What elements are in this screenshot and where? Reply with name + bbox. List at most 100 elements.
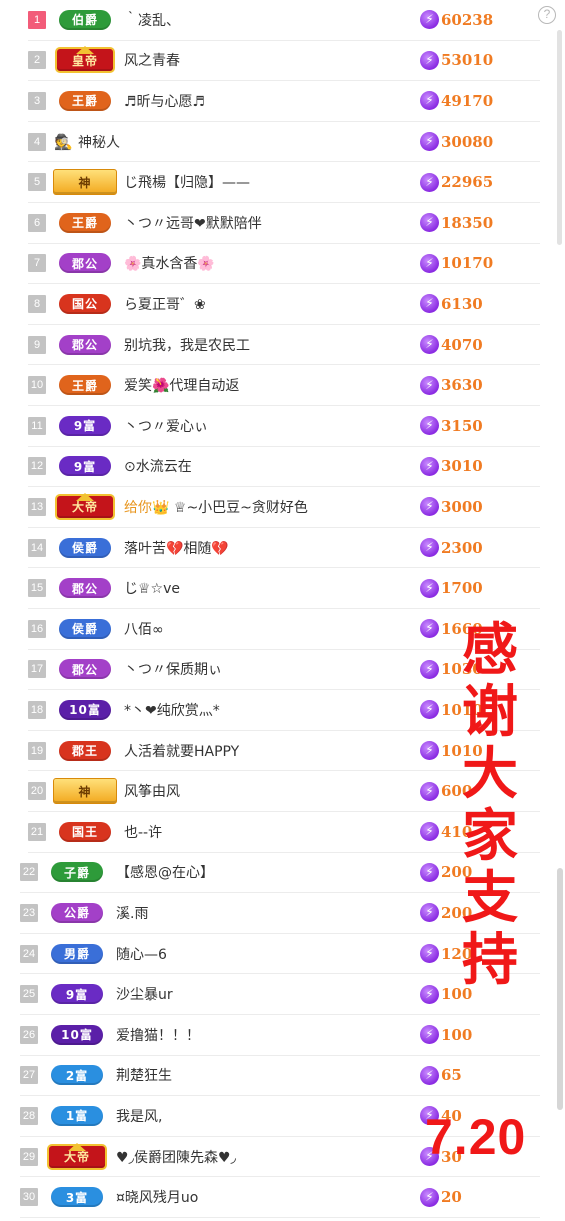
rank-number: 5 <box>28 173 46 192</box>
table-row[interactable]: 5 神じ飛楊【归隐】—— ⚡ 22965 <box>28 162 540 203</box>
user-name[interactable]: じ飛楊【归隐】—— <box>124 172 414 192</box>
rank-badge-container: 2富 <box>38 1065 116 1086</box>
lightning-icon: ⚡ <box>420 944 439 964</box>
table-row[interactable]: 12 9富 ⊙水流云在 ⚡ 3010 <box>28 447 540 488</box>
user-name[interactable]: 我是风, <box>116 1106 414 1126</box>
user-name[interactable]: 沙尘暴ur <box>116 984 414 1004</box>
value-container: ⚡ 65 <box>420 1065 540 1085</box>
value-container: ⚡ 22965 <box>420 172 540 192</box>
user-name[interactable]: ら夏正哥゛❀ <box>124 294 414 314</box>
table-row[interactable]: 10 王爵 爱笑🌺代理自动返 ⚡ 3630 <box>28 365 540 406</box>
contribution-value: 4070 <box>441 335 483 354</box>
rank-number: 26 <box>20 1025 38 1044</box>
title-badge: 神 <box>53 778 117 805</box>
rank-badge-container: 神 <box>46 169 124 196</box>
table-row[interactable]: 13 大帝 给你👑 ♕~小巴豆~贪财好色 ⚡ 3000 <box>28 487 540 528</box>
user-name[interactable]: 丶つ〃保质期ぃ <box>124 659 414 679</box>
rank-badge-container: 郡公 <box>46 659 124 680</box>
table-row[interactable]: 11 9富 丶つ〃爱心ぃ ⚡ 3150 <box>28 406 540 447</box>
user-name[interactable]: 给你👑 ♕~小巴豆~贪财好色 <box>124 497 414 517</box>
lightning-icon: ⚡ <box>420 659 439 679</box>
rank-number: 14 <box>28 538 46 557</box>
user-name[interactable]: 丶つ〃远哥❤默默陪伴 <box>124 213 414 233</box>
title-badge: 子爵 <box>51 862 103 883</box>
user-name[interactable]: ¤晓风残月uo <box>116 1187 414 1207</box>
scrollbar-thumb-upper[interactable] <box>557 30 562 245</box>
contribution-value: 3630 <box>441 376 483 395</box>
value-container: ⚡ 3000 <box>420 497 540 517</box>
rank-badge-container: 郡公 <box>46 253 124 274</box>
user-name[interactable]: 风之青春 <box>124 50 414 70</box>
user-name[interactable]: 风筝由风 <box>124 781 414 801</box>
rank-number: 16 <box>28 619 46 638</box>
thanks-char: 谢 <box>462 680 518 745</box>
user-name[interactable]: 落叶苦💔相随💔 <box>124 538 414 558</box>
user-name[interactable]: 丶つ〃爱心ぃ <box>124 416 414 436</box>
table-row[interactable]: 15 郡公 じ♕☆ve ⚡ 1700 <box>28 568 540 609</box>
table-row[interactable]: 26 10富 爱撸猫！！！ ⚡ 100 <box>20 1015 540 1056</box>
lightning-icon: ⚡ <box>420 862 439 882</box>
user-name[interactable]: 八佰∞ <box>124 619 414 639</box>
contribution-value: 20 <box>441 1188 462 1207</box>
user-name[interactable]: じ♕☆ve <box>124 578 414 598</box>
date-overlay: 7.20 <box>425 1109 527 1165</box>
table-row[interactable]: 27 2富 荆楚狂生 ⚡ 65 <box>20 1056 540 1097</box>
user-name[interactable]: ⊙水流云在 <box>124 456 414 476</box>
title-badge: 王爵 <box>59 212 111 233</box>
scrollbar-thumb-lower[interactable] <box>557 868 563 1110</box>
table-row[interactable]: 4 🕵 神秘人 ⚡ 30080 <box>28 122 540 163</box>
value-container: ⚡ 6130 <box>420 294 540 314</box>
contribution-value: 2300 <box>441 538 483 557</box>
table-row[interactable]: 9 郡公 别坑我，我是农民工 ⚡ 4070 <box>28 325 540 366</box>
title-badge: 公爵 <box>51 902 103 923</box>
rank-badge-container: 子爵 <box>38 862 116 883</box>
table-row[interactable]: 3 王爵 ♬昕与心愿♬ ⚡ 49170 <box>28 81 540 122</box>
user-name[interactable]: ｀凌乱、 <box>124 10 414 30</box>
user-name-text: ♕~小巴豆~贪财好色 <box>173 499 308 516</box>
rank-badge-container: 公爵 <box>38 902 116 923</box>
user-name[interactable]: ♬昕与心愿♬ <box>124 91 414 111</box>
user-name[interactable]: 【感恩@在心】 <box>116 862 414 882</box>
user-name[interactable]: *丶❤纯欣赏灬* <box>124 700 414 720</box>
thanks-char: 感 <box>462 618 518 683</box>
title-badge: 2富 <box>51 1065 103 1086</box>
lightning-icon: ⚡ <box>420 213 439 233</box>
contribution-value: 22965 <box>441 173 494 192</box>
user-name[interactable]: 溪.雨 <box>116 903 414 923</box>
table-row[interactable]: 8 国公 ら夏正哥゛❀ ⚡ 6130 <box>28 284 540 325</box>
table-row[interactable]: 14 侯爵 落叶苦💔相随💔 ⚡ 2300 <box>28 528 540 569</box>
table-row[interactable]: 30 3富 ¤晓风残月uo ⚡ 20 <box>20 1177 540 1218</box>
rank-badge-container: 王爵 <box>46 212 124 233</box>
help-icon[interactable]: ? <box>538 6 556 24</box>
user-name[interactable]: 别坑我，我是农民工 <box>124 335 414 355</box>
value-container: ⚡ 100 <box>420 1025 540 1045</box>
contribution-value: 3150 <box>441 416 483 435</box>
lightning-icon: ⚡ <box>420 416 439 436</box>
user-name[interactable]: 也--许 <box>124 822 414 842</box>
table-row[interactable]: 7 郡公 🌸真水含香🌸 ⚡ 10170 <box>28 244 540 285</box>
leaderboard-list: 1 伯爵 ｀凌乱、 ⚡ 60238 2 皇帝 风之青春 ⚡ 53010 3 王爵 ♬昕与心愿♬ ⚡ 4917… <box>0 0 565 1221</box>
user-name[interactable]: ♥◞侯爵团陳先森♥◞ <box>116 1147 414 1167</box>
lightning-icon: ⚡ <box>420 741 439 761</box>
rank-number: 30 <box>20 1188 38 1207</box>
user-name[interactable]: 爱笑🌺代理自动返 <box>124 375 414 395</box>
rank-badge-container: 神 <box>46 778 124 805</box>
rank-badge-container: 郡公 <box>46 334 124 355</box>
table-row[interactable]: 1 伯爵 ｀凌乱、 ⚡ 60238 <box>28 0 540 41</box>
table-row[interactable]: 2 皇帝 风之青春 ⚡ 53010 <box>28 41 540 82</box>
user-name[interactable]: 🌸真水含香🌸 <box>124 253 414 273</box>
table-row[interactable]: 6 王爵 丶つ〃远哥❤默默陪伴 ⚡ 18350 <box>28 203 540 244</box>
lightning-icon: ⚡ <box>420 375 439 395</box>
user-name[interactable]: 神秘人 <box>78 132 414 152</box>
title-badge: 国王 <box>59 821 111 842</box>
rank-number: 23 <box>20 903 38 922</box>
user-name[interactable]: 随心—6 <box>116 944 414 964</box>
value-container: ⚡ 4070 <box>420 335 540 355</box>
mystery-person-icon: 🕵 <box>54 132 73 151</box>
user-name[interactable]: 爱撸猫！！！ <box>116 1025 414 1045</box>
rank-number: 22 <box>20 863 38 882</box>
contribution-value: 53010 <box>441 51 494 70</box>
thanks-overlay: 感 谢 大 家 支 持 <box>450 620 530 992</box>
user-name[interactable]: 荆楚狂生 <box>116 1065 414 1085</box>
user-name[interactable]: 人活着就要HAPPY <box>124 741 414 761</box>
